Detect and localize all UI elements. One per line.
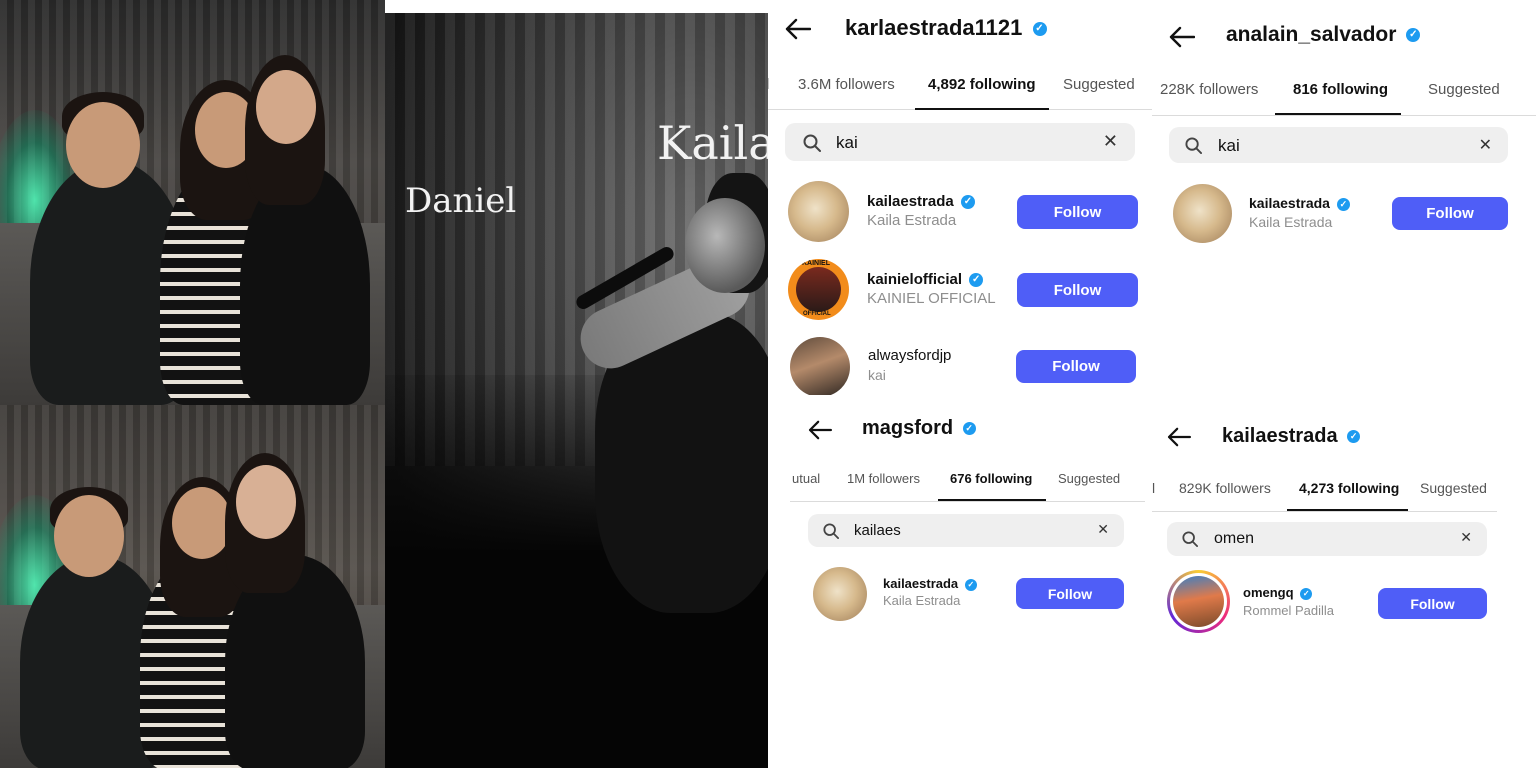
tab-followers[interactable]: 829K followers [1179,480,1271,496]
active-tab-indicator [1287,509,1408,511]
person-face [54,495,124,577]
following-panel-kailaestrada: kailaestrada ✓ l 829K followers 4,273 fo… [1152,395,1507,655]
active-tab-indicator [1275,113,1401,115]
avatar-photo [796,267,841,312]
follow-button[interactable]: Follow [1017,195,1138,229]
search-query: kailaes [854,522,901,539]
search-input[interactable]: omen ✕ [1167,522,1487,556]
result-username[interactable]: kailaestrada ✓ [1249,195,1350,211]
tab-divider [1152,511,1497,512]
avatar[interactable] [788,181,849,242]
result-fullname: Kaila Estrada [1249,214,1333,230]
follow-button[interactable]: Follow [1016,350,1136,383]
search-input[interactable]: kailaes ✕ [808,514,1124,547]
tab-suggested[interactable]: Suggested [1058,471,1120,486]
search-query: kai [1218,136,1240,155]
avatar[interactable] [1167,570,1230,633]
clear-icon[interactable]: ✕ [1103,131,1118,152]
verified-badge-icon: ✓ [964,578,977,591]
follow-button[interactable]: Follow [1378,588,1487,619]
person-face [236,465,296,539]
search-icon [1182,531,1198,547]
result-fullname: Kaila Estrada [867,212,957,229]
tab-suggested[interactable]: Suggested [1063,76,1135,93]
group-photo-top [0,0,385,405]
tab-followers[interactable]: 3.6M followers [798,76,895,93]
tab-following[interactable]: 4,273 following [1299,480,1399,496]
overlay-name-daniel: Daniel [405,181,517,221]
following-panel-karlaestrada1121: karlaestrada1121 ✓ l 3.6M followers 4,89… [768,0,1152,395]
tab-divider [790,501,1145,502]
tab-divider [1152,115,1536,116]
avatar[interactable]: KAINIEL OFFICIAL [788,259,849,320]
overlay-name-kaila: Kaila [657,116,768,170]
search-input[interactable]: kai ✕ [785,123,1135,161]
tab-mutual[interactable]: l [1152,480,1155,496]
person-face [256,70,316,144]
clear-icon[interactable]: ✕ [1479,135,1492,155]
verified-badge-icon: ✓ [1032,22,1047,37]
avatar[interactable] [813,567,867,621]
verified-badge-icon: ✓ [1336,197,1350,211]
verified-badge-icon: ✓ [962,422,976,436]
profile-handle: analain_salvador ✓ [1226,23,1421,47]
following-panel-magsford: magsford ✓ utual 1M followers 676 follow… [790,395,1145,655]
profile-handle: magsford ✓ [862,417,976,440]
avatar-text: KAINIEL [802,260,830,267]
verified-badge-icon: ✓ [960,195,975,210]
back-arrow-icon[interactable] [808,420,834,442]
result-fullname: KAINIEL OFFICIAL [867,290,996,307]
verified-badge-icon: ✓ [1347,430,1361,444]
result-username[interactable]: omengq ✓ [1243,585,1313,600]
search-icon [803,134,821,152]
active-tab-indicator [938,499,1046,501]
search-input[interactable]: kai ✕ [1169,127,1508,163]
tab-suggested[interactable]: Suggested [1428,81,1500,98]
profile-handle: kailaestrada ✓ [1222,425,1361,448]
search-icon [1185,137,1202,154]
group-photo-bottom [0,405,385,768]
tab-mutual[interactable]: utual [792,471,820,486]
clear-icon[interactable]: ✕ [1460,529,1472,546]
search-icon [823,523,839,539]
result-username[interactable]: kainielofficial ✓ [867,271,984,288]
active-tab-indicator [915,108,1049,110]
singer-face [685,198,765,293]
following-panel-analain-salvador: analain_salvador ✓ 228K followers 816 fo… [1152,0,1536,395]
tab-following[interactable]: 4,892 following [928,76,1036,93]
result-username[interactable]: kailaestrada ✓ [867,193,975,210]
verified-badge-icon: ✓ [1300,587,1313,600]
avatar[interactable] [790,337,850,395]
verified-badge-icon: ✓ [1406,28,1421,43]
tab-mutual[interactable]: l [768,76,769,93]
verified-badge-icon: ✓ [969,273,984,288]
result-fullname: Kaila Estrada [883,593,961,608]
clear-icon[interactable]: ✕ [1097,521,1109,538]
profile-handle: karlaestrada1121 ✓ [845,15,1047,41]
search-query: omen [1214,530,1255,547]
tab-suggested[interactable]: Suggested [1420,480,1487,496]
follow-button[interactable]: Follow [1392,197,1508,230]
search-query: kai [836,133,858,152]
tab-followers[interactable]: 1M followers [847,471,920,486]
avatar-subtext: OFFICIAL [803,311,831,317]
tab-following[interactable]: 816 following [1293,81,1388,98]
tab-followers[interactable]: 228K followers [1160,81,1258,98]
person-face [172,487,232,559]
singer-photo: Daniel Kaila [385,13,768,768]
result-username[interactable]: kailaestrada ✓ [883,576,977,591]
follow-button[interactable]: Follow [1016,578,1124,609]
back-arrow-icon[interactable] [1167,427,1193,449]
result-fullname: Rommel Padilla [1243,603,1335,618]
person-face [66,102,140,188]
result-username[interactable]: alwaysfordjp [868,347,951,364]
back-arrow-icon[interactable] [785,18,811,40]
avatar[interactable] [1173,184,1232,243]
tab-following[interactable]: 676 following [950,471,1032,486]
back-arrow-icon[interactable] [1169,26,1195,48]
avatar-photo [1173,576,1224,627]
follow-button[interactable]: Follow [1017,273,1138,307]
result-fullname: kai [868,367,886,383]
